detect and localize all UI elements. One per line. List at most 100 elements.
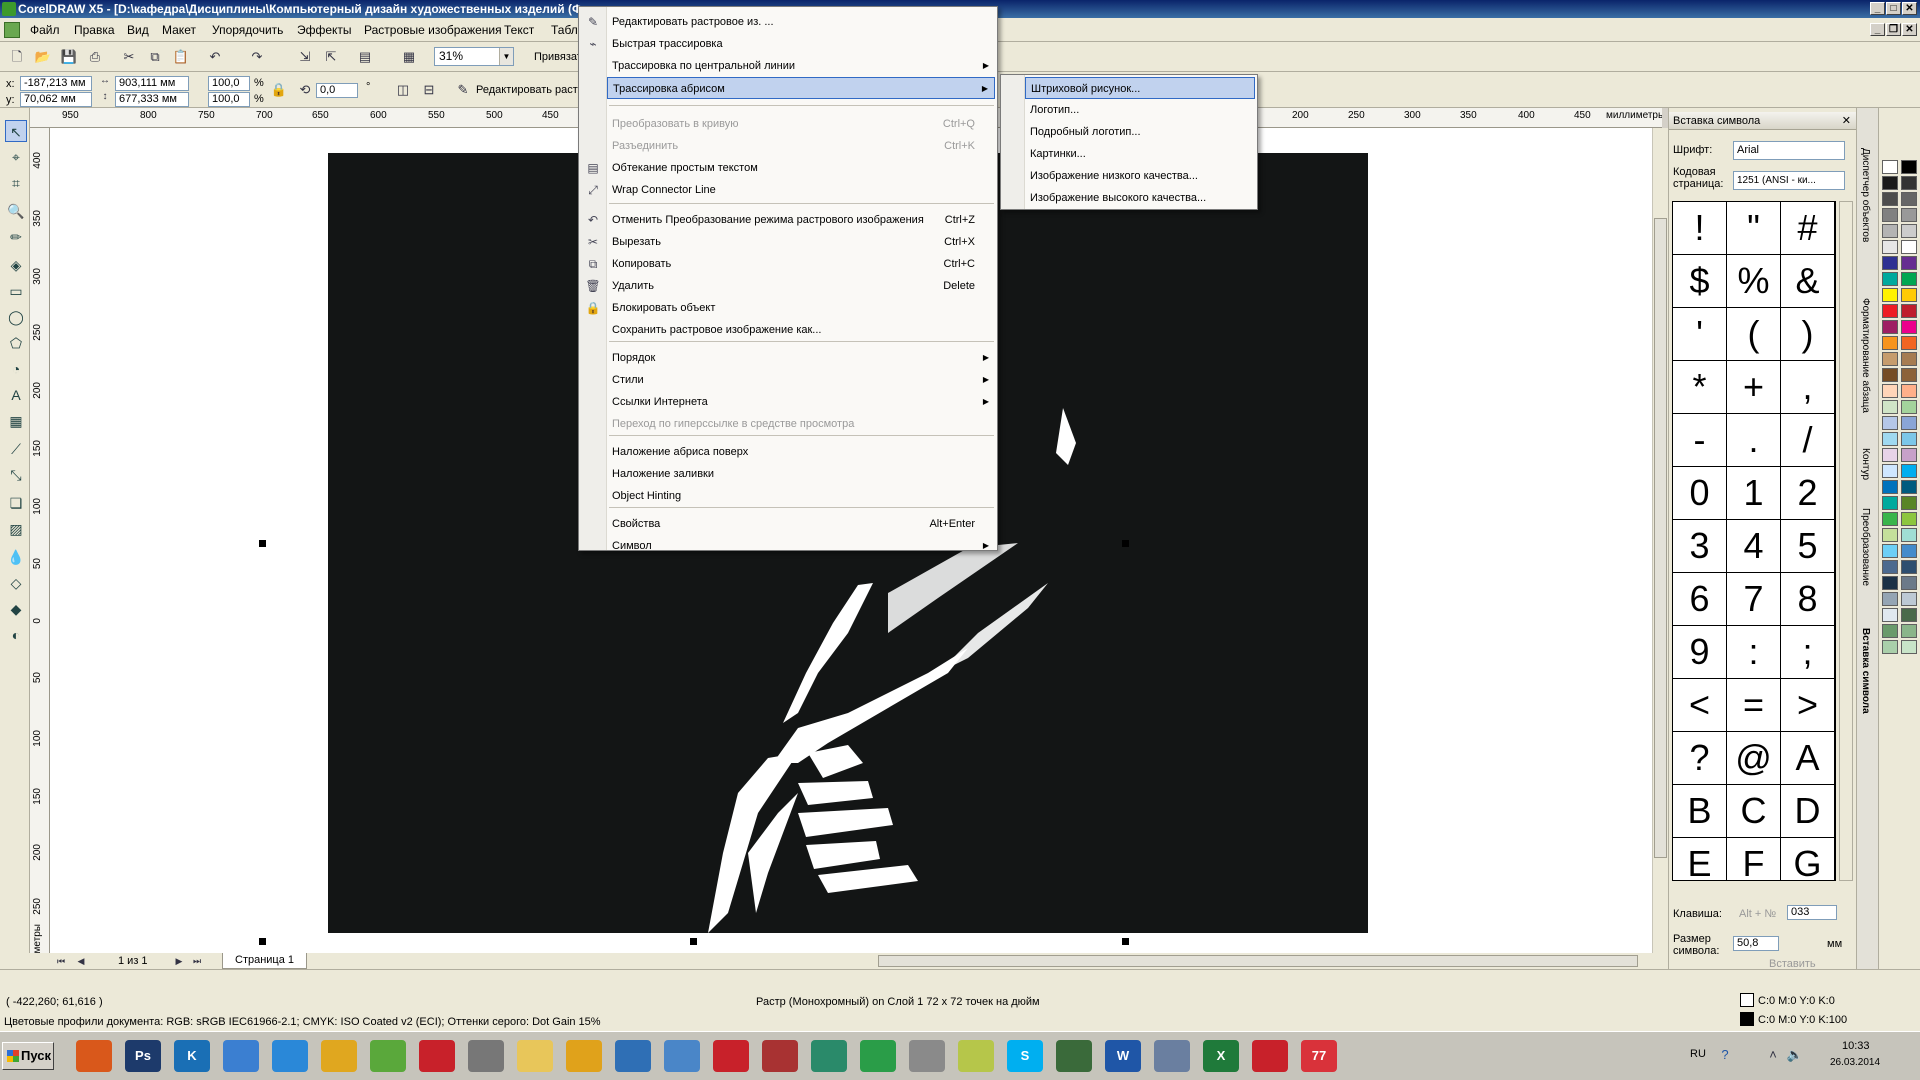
character-cell[interactable]: 7 bbox=[1727, 573, 1780, 625]
context-menu-item[interactable]: Ссылки Интернета ▶ bbox=[607, 391, 995, 413]
vertical-ruler[interactable]: 400 350 300 250 200 150 100 50 0 50 100 … bbox=[30, 128, 50, 953]
submenu-item[interactable]: Подробный логотип... bbox=[1025, 121, 1255, 143]
basic-shapes-icon[interactable]: ◔ bbox=[5, 358, 27, 380]
character-cell[interactable]: - bbox=[1673, 414, 1726, 466]
font-select[interactable]: Arial bbox=[1733, 141, 1845, 160]
submenu-item[interactable]: Штриховой рисунок... bbox=[1025, 77, 1255, 99]
opera-icon[interactable] bbox=[713, 1040, 749, 1072]
color-swatch[interactable] bbox=[1901, 640, 1917, 654]
mirror-horizontal-icon[interactable]: ◫ bbox=[394, 81, 412, 99]
camera-icon[interactable] bbox=[468, 1040, 504, 1072]
color-swatch[interactable] bbox=[1901, 496, 1917, 510]
doc-close-icon[interactable]: ✕ bbox=[1902, 23, 1917, 36]
lock-ratio-icon[interactable]: 🔒 bbox=[270, 81, 288, 99]
kaspersky-icon[interactable]: K bbox=[174, 1040, 210, 1072]
color-profiles[interactable]: Цветовые профили документа: RGB: sRGB IE… bbox=[4, 1016, 601, 1028]
phone-icon[interactable] bbox=[223, 1040, 259, 1072]
color-swatch[interactable] bbox=[1901, 176, 1917, 190]
color-swatch[interactable] bbox=[1901, 560, 1917, 574]
next-page-icon[interactable]: ▶ bbox=[172, 954, 186, 968]
export-icon[interactable]: ⇱ bbox=[322, 48, 340, 66]
color-swatch[interactable] bbox=[1901, 256, 1917, 270]
text-tool-icon[interactable]: A bbox=[5, 384, 27, 406]
character-cell[interactable]: < bbox=[1673, 679, 1726, 731]
context-menu-item[interactable]: Трассировка по центральной линии ▶ bbox=[607, 55, 995, 77]
character-cell[interactable]: G bbox=[1781, 838, 1834, 880]
excel-icon[interactable]: X bbox=[1203, 1040, 1239, 1072]
context-menu-item[interactable]: Наложение заливки bbox=[607, 463, 995, 485]
color-swatch[interactable] bbox=[1882, 384, 1898, 398]
mirror-vertical-icon[interactable]: ⊟ bbox=[420, 81, 438, 99]
selection-handle[interactable] bbox=[1122, 938, 1129, 945]
color-swatch[interactable] bbox=[1901, 352, 1917, 366]
last-page-icon[interactable]: ⏭ bbox=[190, 954, 204, 968]
vertical-scroll-thumb[interactable] bbox=[1654, 218, 1667, 858]
zoom-tool-icon[interactable]: 🔍 bbox=[5, 200, 27, 222]
docker-close-icon[interactable]: ✕ bbox=[1842, 112, 1851, 130]
dimension-tool-icon[interactable]: ⟋ bbox=[5, 438, 27, 460]
context-menu-item[interactable]: Вырезать Ctrl+X bbox=[607, 231, 995, 253]
color-swatch[interactable] bbox=[1901, 320, 1917, 334]
color-swatch[interactable] bbox=[1901, 224, 1917, 238]
tab-contour[interactable]: Контур bbox=[1860, 448, 1871, 480]
undo-icon[interactable]: ↶ bbox=[206, 48, 224, 66]
character-cell[interactable]: / bbox=[1781, 414, 1834, 466]
character-cell[interactable]: B bbox=[1673, 785, 1726, 837]
color-swatch[interactable] bbox=[1882, 416, 1898, 430]
save-icon[interactable]: 💾 bbox=[60, 48, 78, 66]
submenu-item[interactable]: Изображение высокого качества... bbox=[1025, 187, 1255, 209]
character-cell[interactable]: * bbox=[1673, 361, 1726, 413]
application-launcher-icon[interactable]: ▦ bbox=[400, 48, 418, 66]
tab-object-manager[interactable]: Диспетчер объектов bbox=[1860, 148, 1871, 242]
y-position-field[interactable]: 70,062 мм bbox=[20, 92, 92, 107]
symbol-size-field[interactable]: 50,8 bbox=[1733, 936, 1779, 951]
redo-icon[interactable]: ↷ bbox=[248, 48, 266, 66]
color-swatch[interactable] bbox=[1901, 400, 1917, 414]
menu-edit[interactable]: Правка bbox=[74, 23, 115, 37]
color-swatch[interactable] bbox=[1882, 208, 1898, 222]
character-cell[interactable]: = bbox=[1727, 679, 1780, 731]
context-menu-item[interactable]: Наложение абриса поверх bbox=[607, 441, 995, 463]
previous-page-icon[interactable]: ◀ bbox=[74, 954, 88, 968]
selection-handle[interactable] bbox=[259, 540, 266, 547]
horizontal-scrollbar[interactable] bbox=[860, 953, 1668, 969]
character-cell[interactable]: , bbox=[1781, 361, 1834, 413]
color-swatch[interactable] bbox=[1901, 272, 1917, 286]
character-cell[interactable]: 0 bbox=[1673, 467, 1726, 519]
character-cell[interactable]: % bbox=[1727, 255, 1780, 307]
freehand-tool-icon[interactable]: ✏ bbox=[5, 226, 27, 248]
color-swatch[interactable] bbox=[1901, 304, 1917, 318]
language-indicator[interactable]: RU bbox=[1690, 1048, 1706, 1060]
eyedropper-tool-icon[interactable]: 💧 bbox=[5, 546, 27, 568]
smart-fill-icon[interactable]: ◈ bbox=[5, 254, 27, 276]
color-swatch[interactable] bbox=[1882, 608, 1898, 622]
color-swatch[interactable] bbox=[1882, 240, 1898, 254]
character-cell[interactable]: 2 bbox=[1781, 467, 1834, 519]
context-menu-item[interactable]: Обтекание простым текстом bbox=[607, 157, 995, 179]
color-swatch[interactable] bbox=[1901, 576, 1917, 590]
color-swatch[interactable] bbox=[1901, 240, 1917, 254]
color-swatch[interactable] bbox=[1901, 464, 1917, 478]
color-swatch[interactable] bbox=[1882, 400, 1898, 414]
context-menu-item[interactable]: Блокировать объект bbox=[607, 297, 995, 319]
selection-handle[interactable] bbox=[259, 938, 266, 945]
table-tool-icon[interactable]: ▦ bbox=[5, 410, 27, 432]
coreldraw-app-icon[interactable] bbox=[2, 2, 16, 16]
tab-insert-character[interactable]: Вставка символа bbox=[1860, 628, 1871, 714]
transparency-tool-icon[interactable]: ▨ bbox=[5, 518, 27, 540]
fill-swatch[interactable] bbox=[1740, 993, 1754, 1007]
first-page-icon[interactable]: ⏮ bbox=[54, 954, 68, 968]
character-cell[interactable]: 5 bbox=[1781, 520, 1834, 572]
minimize-icon[interactable]: _ bbox=[1870, 2, 1885, 15]
scale-y-field[interactable]: 100,0 bbox=[208, 92, 250, 107]
firefox-icon[interactable] bbox=[76, 1040, 112, 1072]
scale-x-field[interactable]: 100,0 bbox=[208, 76, 250, 91]
color-swatch[interactable] bbox=[1901, 336, 1917, 350]
color-swatch[interactable] bbox=[1882, 528, 1898, 542]
key-code-field[interactable]: 033 bbox=[1787, 905, 1837, 920]
submenu-item[interactable]: Изображение низкого качества... bbox=[1025, 165, 1255, 187]
menu-view[interactable]: Вид bbox=[127, 23, 149, 37]
books-icon[interactable] bbox=[762, 1040, 798, 1072]
character-cell[interactable]: " bbox=[1727, 202, 1780, 254]
crop-tool-icon[interactable]: ⌗ bbox=[5, 172, 27, 194]
